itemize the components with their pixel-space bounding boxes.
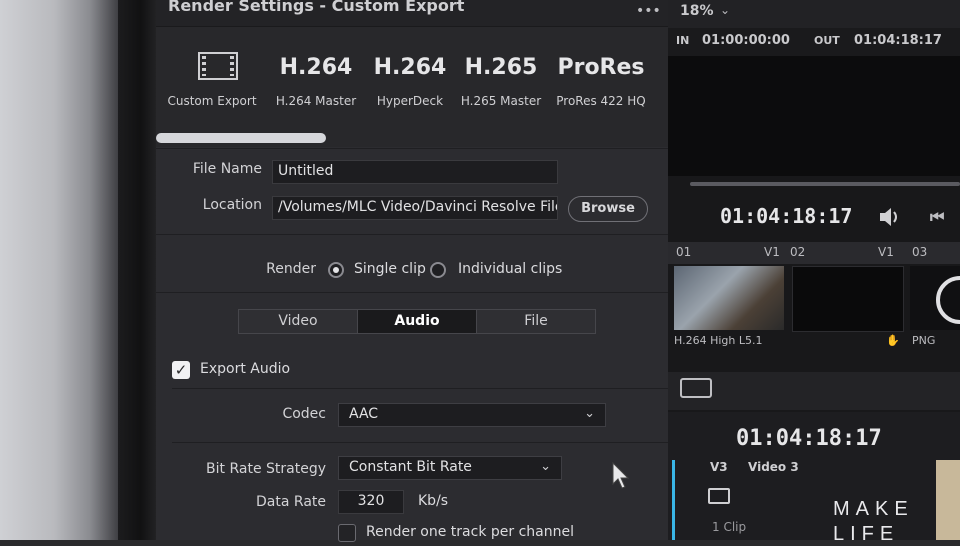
- monitor-bezel: [118, 0, 156, 540]
- export-audio-checkbox[interactable]: ✓: [172, 361, 190, 379]
- clip-overlay-icon: [936, 276, 960, 324]
- bitrate-strategy-select[interactable]: Constant Bit Rate ⌄: [338, 456, 562, 480]
- in-label: IN: [676, 34, 690, 47]
- chevron-down-icon: ⌄: [540, 459, 551, 474]
- speaker-icon[interactable]: [878, 206, 904, 228]
- viewer-timecode: 01:04:18:17: [720, 204, 853, 228]
- divider: [156, 148, 668, 149]
- panel-header: Render Settings - Custom Export: [156, 0, 668, 27]
- preset-hyperdeck[interactable]: H.264 HyperDeck: [362, 27, 458, 137]
- preset-h264-master[interactable]: H.264 H.264 Master: [268, 27, 364, 137]
- panel-title: Render Settings - Custom Export: [168, 0, 465, 15]
- zoom-level[interactable]: 18%: [680, 3, 714, 19]
- preset-format: H.264: [279, 55, 353, 80]
- timeline-timecode: 01:04:18:17: [736, 426, 882, 451]
- out-label: OUT: [814, 34, 840, 47]
- viewer-toolbar: ••• 18% ⌄: [636, 0, 960, 28]
- file-name-field[interactable]: Untitled: [272, 160, 558, 184]
- bitrate-strategy-label: Bit Rate Strategy: [206, 461, 326, 477]
- video-viewer[interactable]: [668, 56, 960, 176]
- data-rate-unit: Kb/s: [418, 493, 449, 509]
- track-name: Video 3: [748, 460, 799, 474]
- preset-format: H.265: [464, 55, 538, 80]
- preset-caption: Custom Export: [167, 94, 257, 108]
- preset-format: ProRes: [557, 55, 645, 80]
- clip-format-caption: PNG: [912, 334, 936, 347]
- clip-track-header: 01 V1 02 V1 03: [668, 242, 960, 264]
- data-rate-label: Data Rate: [256, 494, 326, 510]
- viewer-timeline-area: ••• 18% ⌄ IN 01:00:00:00 OUT 01:04:18:17…: [636, 0, 960, 540]
- film-icon: [198, 52, 238, 80]
- location-label: Location: [202, 197, 262, 213]
- mouse-cursor-icon: [612, 462, 630, 489]
- options-icon[interactable]: •••: [636, 3, 661, 19]
- in-timecode: 01:00:00:00: [702, 33, 790, 48]
- preset-scrollbar[interactable]: [156, 133, 326, 143]
- clip-thumbnail[interactable]: [674, 266, 784, 330]
- single-clip-radio[interactable]: [328, 262, 344, 278]
- individual-clips-label: Individual clips: [458, 261, 563, 277]
- clip-number: 02: [790, 245, 806, 259]
- watermark-line: LIFE: [833, 523, 900, 545]
- monitor-icon[interactable]: [708, 488, 730, 504]
- track-label: V1: [764, 245, 780, 259]
- viewer-scrubber[interactable]: [690, 182, 960, 186]
- render-settings-panel: Render Settings - Custom Export Custom E…: [156, 0, 668, 542]
- divider: [172, 388, 668, 389]
- codec-value: AAC: [349, 406, 379, 422]
- codec-select[interactable]: AAC ⌄: [338, 403, 606, 427]
- clip-block[interactable]: [936, 460, 960, 540]
- chevron-down-icon[interactable]: ⌄: [720, 3, 730, 17]
- in-out-bar: IN 01:00:00:00 OUT 01:04:18:17: [668, 28, 960, 56]
- preset-caption: ProRes 422 HQ: [556, 94, 646, 108]
- clip-count: 1 Clip: [712, 520, 747, 534]
- settings-tabs: Video Audio File: [238, 309, 596, 334]
- data-rate-field[interactable]: 320: [338, 490, 404, 514]
- preset-custom-export[interactable]: Custom Export: [164, 27, 260, 137]
- clip-number: 03: [912, 245, 928, 259]
- bitrate-strategy-value: Constant Bit Rate: [349, 459, 472, 475]
- clip-thumbnail[interactable]: [910, 266, 960, 330]
- per-channel-label: Render one track per channel: [366, 524, 574, 540]
- timeline-playhead-marker: [672, 460, 675, 540]
- preset-caption: H.265 Master: [460, 94, 542, 108]
- skip-icon[interactable]: ⏮: [930, 207, 944, 227]
- divider: [156, 292, 668, 293]
- divider: [156, 234, 668, 235]
- preset-format: H.264: [373, 55, 447, 80]
- per-channel-checkbox[interactable]: [338, 524, 356, 542]
- tab-audio[interactable]: Audio: [358, 310, 477, 333]
- background-photo-left: [0, 0, 120, 540]
- tab-file[interactable]: File: [477, 310, 595, 333]
- preset-bar: Custom Export H.264 H.264 Master H.264 H…: [156, 27, 668, 147]
- track-label: V3: [710, 460, 728, 474]
- clip-thumbnail[interactable]: [792, 266, 904, 332]
- timeline-view-icon[interactable]: [680, 378, 712, 398]
- codec-label: Codec: [282, 406, 326, 422]
- location-field[interactable]: /Volumes/MLC Video/Davinci Resolve Files: [272, 196, 558, 220]
- out-timecode: 01:04:18:17: [854, 33, 942, 48]
- render-label: Render: [266, 261, 316, 277]
- chevron-down-icon: ⌄: [584, 406, 595, 421]
- individual-clips-radio[interactable]: [430, 262, 446, 278]
- tab-video[interactable]: Video: [239, 310, 358, 333]
- watermark-line: MAKE: [833, 498, 914, 520]
- watermark-logo: MAKE LIFE: [833, 498, 914, 546]
- single-clip-label: Single clip: [354, 261, 426, 277]
- track-label: V1: [878, 245, 894, 259]
- preset-prores-422-hq[interactable]: ProRes ProRes 422 HQ: [553, 27, 649, 137]
- file-name-label: File Name: [192, 161, 262, 177]
- preset-h265-master[interactable]: H.265 H.265 Master: [453, 27, 549, 137]
- browse-button[interactable]: Browse: [568, 196, 648, 222]
- divider: [172, 442, 668, 443]
- export-audio-label: Export Audio: [200, 361, 291, 377]
- hand-icon: ✋: [886, 334, 900, 347]
- clip-codec-caption: H.264 High L5.1: [674, 334, 763, 347]
- clip-number: 01: [676, 245, 692, 259]
